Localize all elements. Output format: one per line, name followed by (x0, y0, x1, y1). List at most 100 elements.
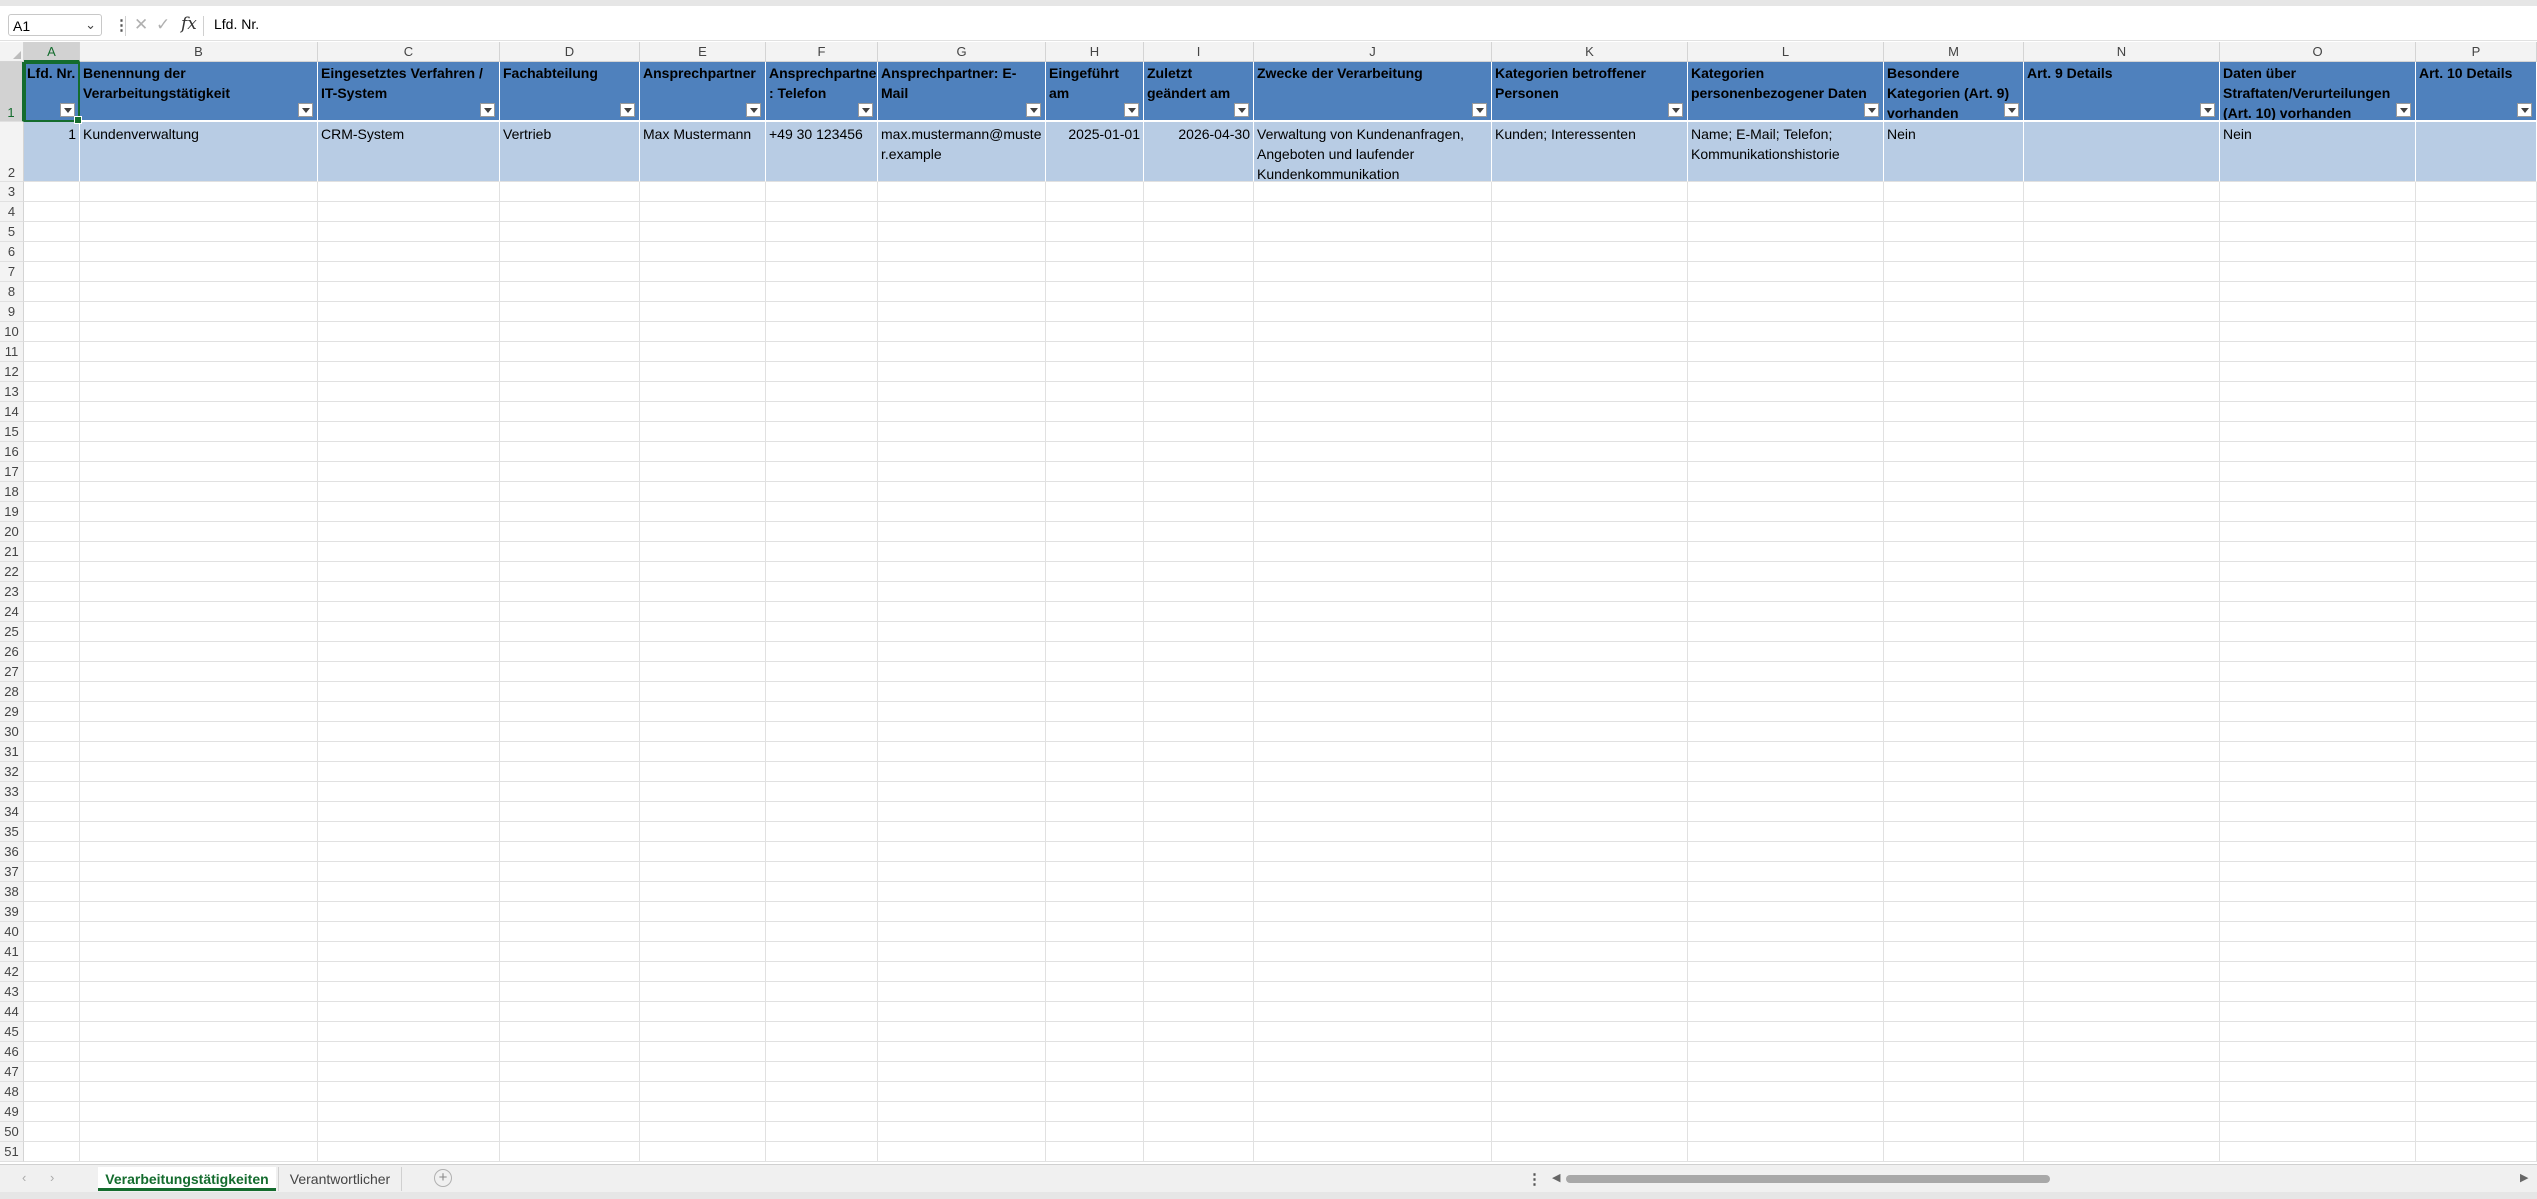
empty-cell[interactable] (80, 482, 318, 502)
empty-cell[interactable] (1688, 802, 1884, 822)
empty-cell[interactable] (1688, 702, 1884, 722)
empty-cell[interactable] (1492, 582, 1688, 602)
empty-cell[interactable] (640, 702, 766, 722)
empty-cell[interactable] (500, 282, 640, 302)
empty-cell[interactable] (1492, 542, 1688, 562)
filter-dropdown-icon[interactable] (480, 103, 495, 117)
empty-cell[interactable] (640, 542, 766, 562)
empty-cell[interactable] (1254, 722, 1492, 742)
empty-cell[interactable] (1884, 742, 2024, 762)
empty-cell[interactable] (1688, 442, 1884, 462)
empty-cell[interactable] (1144, 362, 1254, 382)
empty-cell[interactable] (500, 1002, 640, 1022)
empty-cell[interactable] (640, 742, 766, 762)
row-header[interactable]: 27 (0, 662, 24, 682)
insert-function-icon[interactable]: fx (181, 14, 197, 34)
empty-cell[interactable] (80, 802, 318, 822)
empty-cell[interactable] (1254, 862, 1492, 882)
empty-cell[interactable] (24, 662, 80, 682)
empty-cell[interactable] (1688, 962, 1884, 982)
empty-cell[interactable] (878, 942, 1046, 962)
empty-cell[interactable] (766, 962, 878, 982)
empty-cell[interactable] (878, 222, 1046, 242)
header-cell-h[interactable]: Eingeführt am (1046, 62, 1144, 122)
empty-cell[interactable] (318, 482, 500, 502)
empty-cell[interactable] (2024, 182, 2220, 202)
column-header-i[interactable]: I (1144, 42, 1254, 62)
row-header[interactable]: 5 (0, 222, 24, 242)
empty-cell[interactable] (1046, 282, 1144, 302)
empty-cell[interactable] (1144, 822, 1254, 842)
empty-cell[interactable] (2416, 722, 2537, 742)
row-header[interactable]: 31 (0, 742, 24, 762)
empty-cell[interactable] (2416, 542, 2537, 562)
empty-cell[interactable] (1144, 402, 1254, 422)
empty-cell[interactable] (766, 322, 878, 342)
empty-cell[interactable] (1884, 942, 2024, 962)
empty-cell[interactable] (640, 862, 766, 882)
row-header[interactable]: 44 (0, 1002, 24, 1022)
empty-cell[interactable] (766, 422, 878, 442)
empty-cell[interactable] (1144, 522, 1254, 542)
filter-dropdown-icon[interactable] (1668, 103, 1683, 117)
empty-cell[interactable] (2024, 922, 2220, 942)
empty-cell[interactable] (318, 782, 500, 802)
column-header-o[interactable]: O (2220, 42, 2416, 62)
empty-cell[interactable] (318, 902, 500, 922)
empty-cell[interactable] (878, 642, 1046, 662)
empty-cell[interactable] (2416, 242, 2537, 262)
empty-cell[interactable] (2416, 482, 2537, 502)
empty-cell[interactable] (24, 482, 80, 502)
empty-cell[interactable] (1884, 262, 2024, 282)
empty-cell[interactable] (24, 182, 80, 202)
empty-cell[interactable] (1884, 1102, 2024, 1122)
empty-cell[interactable] (878, 522, 1046, 542)
empty-cell[interactable] (80, 1142, 318, 1162)
empty-cell[interactable] (1254, 1042, 1492, 1062)
empty-cell[interactable] (2220, 622, 2416, 642)
empty-cell[interactable] (640, 662, 766, 682)
empty-cell[interactable] (1046, 862, 1144, 882)
empty-cell[interactable] (1144, 722, 1254, 742)
empty-cell[interactable] (2024, 202, 2220, 222)
row-header[interactable]: 17 (0, 462, 24, 482)
empty-cell[interactable] (1144, 1022, 1254, 1042)
empty-cell[interactable] (80, 882, 318, 902)
empty-cell[interactable] (2024, 1062, 2220, 1082)
empty-cell[interactable] (2416, 1082, 2537, 1102)
empty-cell[interactable] (2024, 662, 2220, 682)
empty-cell[interactable] (878, 802, 1046, 822)
filter-dropdown-icon[interactable] (2517, 103, 2532, 117)
empty-cell[interactable] (878, 1142, 1046, 1162)
empty-cell[interactable] (1688, 582, 1884, 602)
empty-cell[interactable] (1688, 262, 1884, 282)
empty-cell[interactable] (2024, 622, 2220, 642)
empty-cell[interactable] (24, 402, 80, 422)
empty-cell[interactable] (24, 782, 80, 802)
empty-cell[interactable] (318, 262, 500, 282)
header-cell-i[interactable]: Zuletzt geändert am (1144, 62, 1254, 122)
empty-cell[interactable] (24, 822, 80, 842)
empty-cell[interactable] (318, 362, 500, 382)
empty-cell[interactable] (1688, 942, 1884, 962)
empty-cell[interactable] (766, 1002, 878, 1022)
empty-cell[interactable] (318, 682, 500, 702)
empty-cell[interactable] (500, 462, 640, 482)
empty-cell[interactable] (2220, 922, 2416, 942)
empty-cell[interactable] (1144, 302, 1254, 322)
empty-cell[interactable] (2416, 962, 2537, 982)
empty-cell[interactable] (2220, 182, 2416, 202)
empty-cell[interactable] (500, 922, 640, 942)
empty-cell[interactable] (1688, 662, 1884, 682)
empty-cell[interactable] (80, 542, 318, 562)
empty-cell[interactable] (1254, 822, 1492, 842)
empty-cell[interactable] (1884, 582, 2024, 602)
empty-cell[interactable] (1144, 462, 1254, 482)
row-header[interactable]: 30 (0, 722, 24, 742)
empty-cell[interactable] (80, 422, 318, 442)
empty-cell[interactable] (500, 782, 640, 802)
header-cell-l[interactable]: Kategorien personenbezogener Daten (1688, 62, 1884, 122)
empty-cell[interactable] (640, 962, 766, 982)
empty-cell[interactable] (766, 602, 878, 622)
chevron-left-icon[interactable]: ‹ (22, 1170, 26, 1185)
